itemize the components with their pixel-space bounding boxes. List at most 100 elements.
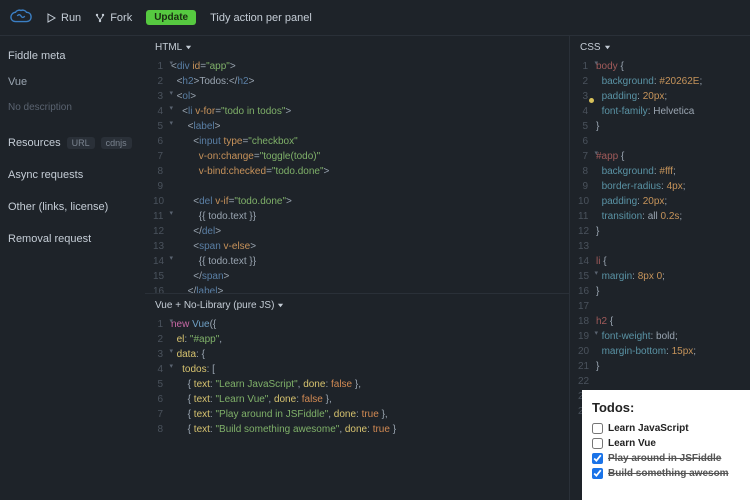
code-line[interactable]: } <box>596 119 599 134</box>
gutter-line-number: 13 <box>578 239 596 254</box>
code-line[interactable]: el: "#app", <box>171 332 222 347</box>
code-line[interactable]: <label> <box>171 119 221 134</box>
code-line[interactable]: margin-bottom: 15px; <box>596 344 696 359</box>
code-line[interactable]: new Vue({ <box>171 317 216 332</box>
code-line[interactable]: body { <box>596 59 624 74</box>
sidebar-resources[interactable]: Resources URL cdnjs <box>8 129 137 157</box>
code-line[interactable]: v-bind:checked="todo.done"> <box>171 164 329 179</box>
code-line[interactable]: } <box>596 284 599 299</box>
code-line[interactable]: {{ todo.text }} <box>171 254 256 269</box>
gutter-line-number: 19 <box>578 329 596 344</box>
code-line[interactable]: { text: "Play around in JSFiddle", done:… <box>171 407 388 422</box>
code-line[interactable]: { text: "Learn Vue", done: false }, <box>171 392 332 407</box>
css-panel-label: CSS <box>580 42 601 53</box>
code-line[interactable]: </del> <box>171 224 221 239</box>
description-input[interactable]: No description <box>8 98 137 125</box>
html-editor[interactable]: 1<div id="app">2 <h2>Todos:</h2>3 <ol>4 … <box>145 59 569 294</box>
gutter-line-number: 1 <box>153 59 171 74</box>
warning-dot-icon <box>589 98 594 103</box>
fiddle-meta-header: Fiddle meta <box>8 46 137 66</box>
js-editor[interactable]: 1new Vue({2 el: "#app",3 data: {4 todos:… <box>145 317 569 500</box>
editor-panes: HTML 1<div id="app">2 <h2>Todos:</h2>3 <… <box>145 36 750 500</box>
code-line[interactable]: h2 { <box>596 314 613 329</box>
code-line[interactable]: <ol> <box>171 89 196 104</box>
tag-url: URL <box>67 137 95 149</box>
html-panel-header[interactable]: HTML <box>145 36 569 59</box>
todo-checkbox[interactable] <box>592 423 603 434</box>
gutter-line-number: 20 <box>578 344 596 359</box>
gutter-line-number: 9 <box>153 179 171 194</box>
gutter-line-number: 7 <box>153 407 171 422</box>
code-line[interactable]: padding: 20px; <box>596 89 667 104</box>
gutter-line-number: 5 <box>153 377 171 392</box>
code-line[interactable]: background: #fff; <box>596 164 676 179</box>
code-line[interactable]: transition: all 0.2s; <box>596 209 682 224</box>
code-line[interactable]: border-radius: 4px; <box>596 179 686 194</box>
sidebar-removal-request[interactable]: Removal request <box>8 225 137 253</box>
sidebar-async-requests[interactable]: Async requests <box>8 161 137 189</box>
caret-down-icon <box>604 44 611 51</box>
gutter-line-number: 4 <box>153 104 171 119</box>
gutter-line-number: 9 <box>578 179 596 194</box>
resources-label: Resources <box>8 137 61 149</box>
code-line[interactable]: {{ todo.text }} <box>171 209 256 224</box>
gutter-line-number: 15 <box>153 269 171 284</box>
logo-icon[interactable] <box>10 8 32 27</box>
code-line[interactable]: v-on:change="toggle(todo)" <box>171 149 320 164</box>
left-column: HTML 1<div id="app">2 <h2>Todos:</h2>3 <… <box>145 36 570 500</box>
code-line[interactable]: font-weight: bold; <box>596 329 678 344</box>
todo-checkbox[interactable] <box>592 438 603 449</box>
gutter-line-number: 11 <box>578 209 596 224</box>
code-line[interactable]: li { <box>596 254 607 269</box>
css-panel-header[interactable]: CSS <box>570 36 750 59</box>
code-line[interactable]: margin: 8px 0; <box>596 269 665 284</box>
code-line[interactable]: todos: [ <box>171 362 215 377</box>
code-line[interactable]: <div id="app"> <box>171 59 236 74</box>
fork-label: Fork <box>110 12 132 24</box>
code-line[interactable]: padding: 20px; <box>596 194 667 209</box>
code-line[interactable]: </span> <box>171 269 229 284</box>
code-line[interactable]: <input type="checkbox" <box>171 134 298 149</box>
sidebar-other[interactable]: Other (links, license) <box>8 193 137 221</box>
code-line[interactable]: <h2>Todos:</h2> <box>171 74 254 89</box>
todo-checkbox[interactable] <box>592 468 603 479</box>
code-line[interactable]: font-family: Helvetica <box>596 104 694 119</box>
gutter-line-number: 2 <box>578 74 596 89</box>
gutter-line-number: 8 <box>153 422 171 437</box>
code-line[interactable]: background: #20262E; <box>596 74 702 89</box>
code-line[interactable]: data: { <box>171 347 205 362</box>
code-line[interactable]: <li v-for="todo in todos"> <box>171 104 291 119</box>
code-line[interactable]: <span v-else> <box>171 239 256 254</box>
code-line[interactable]: <del v-if="todo.done"> <box>171 194 292 209</box>
code-line[interactable]: { text: "Learn JavaScript", done: false … <box>171 377 361 392</box>
right-column: CSS 1body {2 background: #20262E;3 paddi… <box>570 36 750 500</box>
code-line[interactable]: #app { <box>596 149 624 164</box>
todo-text: Learn Vue <box>608 438 656 449</box>
gutter-line-number: 10 <box>153 194 171 209</box>
run-button[interactable]: Run <box>46 12 81 24</box>
code-line[interactable]: </label> <box>171 284 223 294</box>
gutter-line-number: 6 <box>153 134 171 149</box>
gutter-line-number: 12 <box>578 224 596 239</box>
gutter-line-number: 16 <box>578 284 596 299</box>
fork-button[interactable]: Fork <box>95 12 132 24</box>
code-line[interactable]: } <box>596 359 599 374</box>
caret-down-icon <box>277 302 284 309</box>
output-heading: Todos: <box>592 400 740 415</box>
gutter-line-number: 3 <box>153 347 171 362</box>
gutter-line-number: 12 <box>153 224 171 239</box>
todo-text: Learn JavaScript <box>608 423 689 434</box>
sidebar: Fiddle meta Vue No description Resources… <box>0 36 145 500</box>
gutter-line-number: 6 <box>153 392 171 407</box>
title-input[interactable]: Vue <box>8 70 137 94</box>
js-panel-header[interactable]: Vue + No-Library (pure JS) <box>145 294 569 317</box>
output-todo-item: Play around in JSFiddle <box>592 451 740 466</box>
todo-checkbox[interactable] <box>592 453 603 464</box>
gutter-line-number: 7 <box>153 149 171 164</box>
code-line[interactable]: { text: "Build something awesome", done:… <box>171 422 396 437</box>
gutter-line-number: 1 <box>153 317 171 332</box>
gutter-line-number: 4 <box>578 104 596 119</box>
code-line[interactable]: } <box>596 224 599 239</box>
update-pill[interactable]: Update <box>146 10 196 25</box>
js-panel-label: Vue + No-Library (pure JS) <box>155 300 274 311</box>
